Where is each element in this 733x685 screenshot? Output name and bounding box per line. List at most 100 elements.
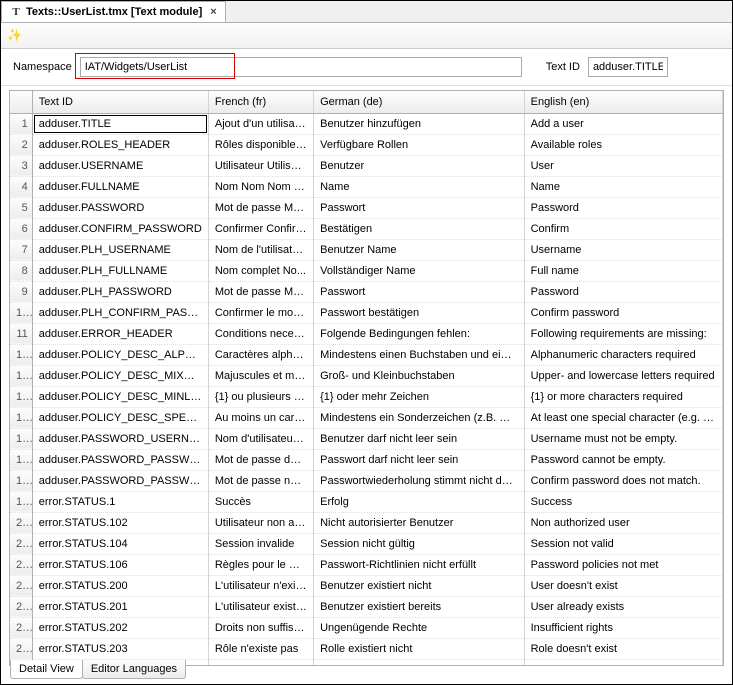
cell-fr[interactable]: Mot de passe Mot... — [208, 197, 313, 218]
cell-en[interactable]: Name — [524, 176, 722, 197]
cell-de[interactable]: Passwortwiederholung stimmt nicht dem ..… — [314, 470, 525, 491]
cell-textid[interactable]: adduser.ERROR_HEADER — [32, 323, 208, 344]
cell-fr[interactable]: Majuscules et min... — [208, 365, 313, 386]
cell-fr[interactable]: Au moins un cara... — [208, 407, 313, 428]
cell-textid[interactable] — [32, 113, 208, 134]
cell-en[interactable]: Success — [524, 491, 722, 512]
table-row[interactable]: 12adduser.POLICY_DESC_ALPHA...Caractères… — [10, 344, 723, 365]
cell-fr[interactable]: Mot de passe Mot... — [208, 281, 313, 302]
cell-fr[interactable]: Mot de passe ne ... — [208, 470, 313, 491]
cell-fr[interactable]: Conditions neces... — [208, 323, 313, 344]
cell-fr[interactable]: Confirmer Confirm... — [208, 218, 313, 239]
cell-en[interactable]: Non authorized user — [524, 512, 722, 533]
cell-de[interactable]: Benutzer hinzufügen — [314, 113, 525, 134]
cell-de[interactable]: Passwort bestätigen — [314, 302, 525, 323]
cell-textid[interactable]: adduser.PASSWORD — [32, 197, 208, 218]
cell-textid[interactable]: adduser.POLICY_DESC_ALPHA... — [32, 344, 208, 365]
cell-en[interactable]: Add a user — [524, 113, 722, 134]
cell-fr[interactable]: L'utilisateur n'exist... — [208, 575, 313, 596]
cell-textid[interactable]: adduser.POLICY_DESC_SPECIA... — [32, 407, 208, 428]
cell-en[interactable]: Confirm — [524, 218, 722, 239]
cell-de[interactable]: Session nicht gültig — [314, 533, 525, 554]
cell-de[interactable]: {1} oder mehr Zeichen — [314, 386, 525, 407]
table-row[interactable]: 9adduser.PLH_PASSWORDMot de passe Mot...… — [10, 281, 723, 302]
table-row[interactable]: 16adduser.PASSWORD_USERNA...Nom d'utilis… — [10, 428, 723, 449]
cell-fr[interactable]: {1} ou plusieurs c... — [208, 386, 313, 407]
cell-textid[interactable]: adduser.PLH_CONFIRM_PASS... — [32, 302, 208, 323]
close-icon[interactable]: × — [210, 6, 216, 18]
cell-en[interactable]: Role doesn't exist — [524, 638, 722, 659]
table-row[interactable]: 13adduser.POLICY_DESC_MIXED...Majuscules… — [10, 365, 723, 386]
cell-de[interactable]: Benutzer — [314, 155, 525, 176]
cell-de[interactable]: Bestätigen — [314, 218, 525, 239]
table-row[interactable]: 17adduser.PASSWORD_PASSWO...Mot de passe… — [10, 449, 723, 470]
cell-fr[interactable]: Rôles disponibles ... — [208, 134, 313, 155]
cell-en[interactable]: Full name — [524, 260, 722, 281]
cell-textid[interactable]: adduser.POLICY_DESC_MINLen... — [32, 386, 208, 407]
cell-de[interactable]: Ungenügende Rechte — [314, 617, 525, 638]
cell-textid[interactable]: error.STATUS.102 — [32, 512, 208, 533]
cell-de[interactable]: Verfügbare Rollen — [314, 134, 525, 155]
cell-en[interactable]: Session not valid — [524, 533, 722, 554]
cell-textid[interactable]: error.STATUS.106 — [32, 554, 208, 575]
cell-en[interactable]: Confirm password — [524, 302, 722, 323]
table-row[interactable]: 15adduser.POLICY_DESC_SPECIA...Au moins … — [10, 407, 723, 428]
table-row[interactable]: 23error.STATUS.200L'utilisateur n'exist.… — [10, 575, 723, 596]
cell-de[interactable]: Benutzer existiert nicht — [314, 575, 525, 596]
table-row[interactable]: 11adduser.ERROR_HEADERConditions neces..… — [10, 323, 723, 344]
cell-en[interactable]: Username — [524, 239, 722, 260]
table-row[interactable]: 14adduser.POLICY_DESC_MINLen...{1} ou pl… — [10, 386, 723, 407]
cell-textid[interactable]: adduser.PASSWORD_PASSWO... — [32, 449, 208, 470]
cell-textid[interactable]: error.STATUS.201 — [32, 596, 208, 617]
textid-filter-input[interactable] — [588, 57, 668, 77]
cell-en[interactable]: User — [524, 155, 722, 176]
cell-de[interactable]: Benutzer darf nicht leer sein — [314, 428, 525, 449]
cell-en[interactable]: Too many roles — [524, 659, 722, 666]
table-row[interactable]: 3adduser.USERNAMEUtilisateur Utilisat...… — [10, 155, 723, 176]
cell-textid[interactable]: adduser.PASSWORD_PASSWO... — [32, 470, 208, 491]
cell-fr[interactable]: L'utilisateur existe ... — [208, 596, 313, 617]
cell-en[interactable]: Password cannot be empty. — [524, 449, 722, 470]
tab-editor-languages[interactable]: Editor Languages — [82, 660, 186, 679]
table-row[interactable]: 21error.STATUS.104Session invalideSessio… — [10, 533, 723, 554]
col-english[interactable]: English (en) — [524, 91, 722, 113]
cell-en[interactable]: Insufficient rights — [524, 617, 722, 638]
cell-textid[interactable]: error.STATUS.104 — [32, 533, 208, 554]
cell-en[interactable]: Password — [524, 197, 722, 218]
cell-de[interactable]: Passwort — [314, 281, 525, 302]
table-row[interactable]: 2adduser.ROLES_HEADERRôles disponibles .… — [10, 134, 723, 155]
table-row[interactable]: 25error.STATUS.202Droits non suffisa...U… — [10, 617, 723, 638]
cell-en[interactable]: Available roles — [524, 134, 722, 155]
cell-en[interactable]: User doesn't exist — [524, 575, 722, 596]
cell-de[interactable]: Benutzer existiert bereits — [314, 596, 525, 617]
cell-fr[interactable]: Mot de passe doit... — [208, 449, 313, 470]
cell-fr[interactable]: Confirmer le mot d... — [208, 302, 313, 323]
cell-fr[interactable]: Caractères alpha... — [208, 344, 313, 365]
table-row[interactable]: 7adduser.PLH_USERNAMENom de l'utilisateu… — [10, 239, 723, 260]
cell-de[interactable]: Vollständiger Name — [314, 260, 525, 281]
cell-fr[interactable]: Utilisateur non aut... — [208, 512, 313, 533]
cell-en[interactable]: Alphanumeric characters required — [524, 344, 722, 365]
cell-textid[interactable]: adduser.ROLES_HEADER — [32, 134, 208, 155]
cell-textid[interactable]: adduser.USERNAME — [32, 155, 208, 176]
table-row[interactable]: 5adduser.PASSWORDMot de passe Mot...Pass… — [10, 197, 723, 218]
cell-en[interactable]: Password policies not met — [524, 554, 722, 575]
cell-de[interactable]: Zu viele Rollen — [314, 659, 525, 666]
cell-fr[interactable]: Succès — [208, 491, 313, 512]
cell-fr[interactable]: Rôle n'existe pas — [208, 638, 313, 659]
cell-textid[interactable]: error.STATUS.200 — [32, 575, 208, 596]
col-french[interactable]: French (fr) — [208, 91, 313, 113]
cell-en[interactable]: At least one special character (e.g. $..… — [524, 407, 722, 428]
cell-en[interactable]: Password — [524, 281, 722, 302]
table-row[interactable]: 8adduser.PLH_FULLNAMENom complet No...Vo… — [10, 260, 723, 281]
cell-de[interactable]: Folgende Bedingungen fehlen: — [314, 323, 525, 344]
cell-en[interactable]: Username must not be empty. — [524, 428, 722, 449]
cell-textid[interactable]: adduser.PLH_FULLNAME — [32, 260, 208, 281]
col-german[interactable]: German (de) — [314, 91, 525, 113]
cell-textid[interactable]: adduser.PASSWORD_USERNA... — [32, 428, 208, 449]
cell-fr[interactable]: Règles pour le mo... — [208, 554, 313, 575]
cell-fr[interactable]: Utilisateur Utilisat... — [208, 155, 313, 176]
table-row[interactable]: 24error.STATUS.201L'utilisateur existe .… — [10, 596, 723, 617]
cell-de[interactable]: Groß- und Kleinbuchstaben — [314, 365, 525, 386]
table-row[interactable]: 20error.STATUS.102Utilisateur non aut...… — [10, 512, 723, 533]
